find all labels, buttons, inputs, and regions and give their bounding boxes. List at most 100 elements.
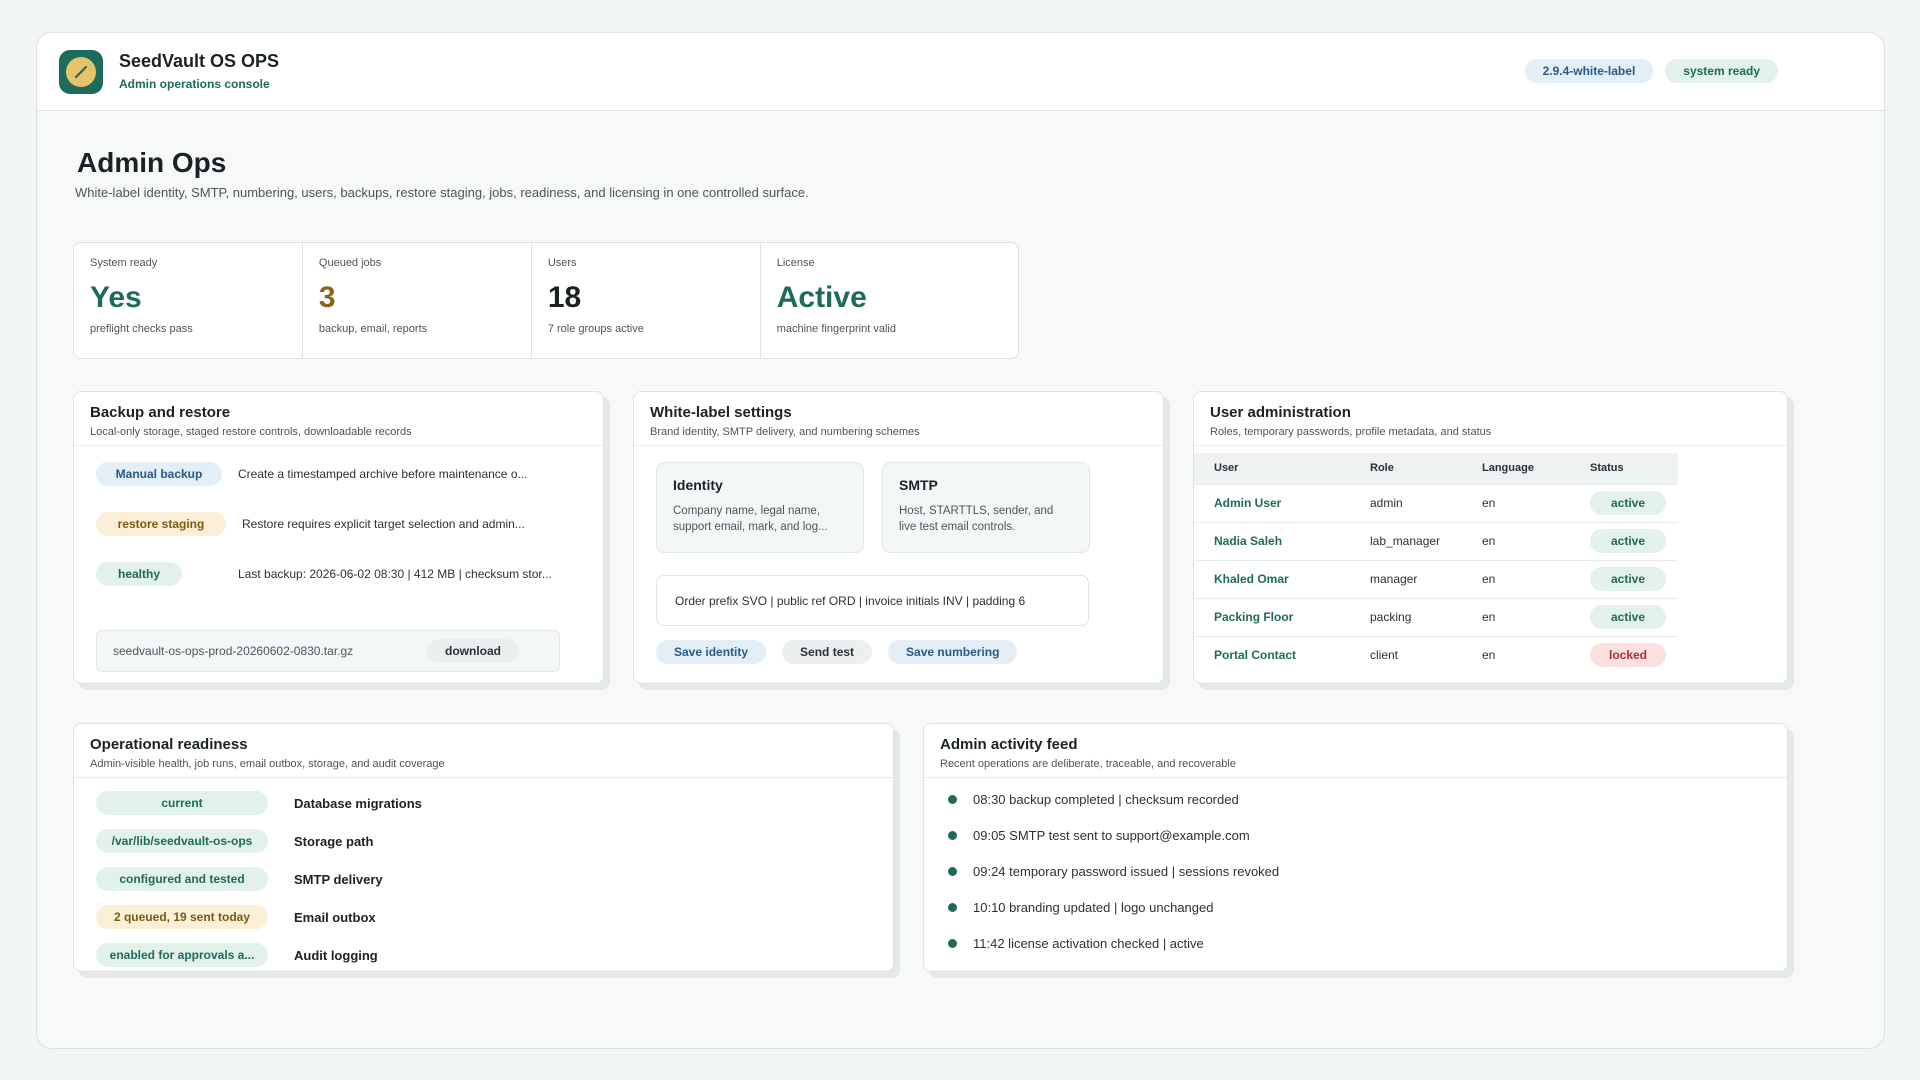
user-language: en [1462, 521, 1570, 560]
stat-note: preflight checks pass [90, 323, 193, 335]
card-subtitle: Brand identity, SMTP delivery, and numbe… [650, 426, 920, 438]
table-header-row: User Role Language Status [1194, 453, 1678, 484]
user-role: manager [1350, 559, 1462, 598]
activity-text: 09:24 temporary password issued | sessio… [973, 864, 1280, 879]
send-test-button[interactable]: Send test [782, 640, 873, 664]
restore-staging-badge[interactable]: restore staging [96, 512, 226, 536]
version-badge: 2.9.4-white-label [1524, 59, 1654, 83]
seed-icon [66, 57, 96, 87]
user-name[interactable]: Packing Floor [1194, 597, 1350, 636]
activity-item: 10:10 branding updated | logo unchanged [948, 900, 1213, 915]
user-name[interactable]: Khaled Omar [1194, 559, 1350, 598]
bullet-icon [948, 867, 957, 876]
activity-item: 09:24 temporary password issued | sessio… [948, 864, 1279, 879]
stat-queued-jobs: Queued jobs 3 backup, email, reports [303, 243, 532, 358]
readiness-badge: /var/lib/seedvault-os-ops [96, 829, 268, 853]
user-name[interactable]: Nadia Saleh [1194, 521, 1350, 560]
bullet-icon [948, 795, 957, 804]
user-role: lab_manager [1350, 521, 1462, 560]
table-row[interactable]: Packing Floor packing en active [1194, 597, 1678, 636]
status-badge: active [1590, 605, 1666, 629]
bullet-icon [948, 831, 957, 840]
stat-label: System ready [90, 257, 158, 269]
user-role: packing [1350, 597, 1462, 636]
stat-license: License Active machine fingerprint valid [761, 243, 1018, 358]
readiness-label: SMTP delivery [294, 871, 383, 887]
column-header[interactable]: Status [1570, 453, 1678, 484]
readiness-badge: enabled for approvals a... [96, 943, 268, 967]
column-header[interactable]: User [1194, 453, 1350, 484]
app-title: SeedVault OS OPS [119, 51, 280, 71]
status-badge: active [1590, 491, 1666, 515]
numbering-field[interactable]: Order prefix SVO | public ref ORD | invo… [656, 575, 1089, 626]
identity-title: Identity [673, 477, 723, 493]
table-row[interactable]: Admin User admin en active [1194, 483, 1678, 522]
column-header[interactable]: Language [1462, 453, 1570, 484]
user-language: en [1462, 635, 1570, 674]
status-badge: active [1590, 567, 1666, 591]
app-shell: SeedVault OS OPS Admin operations consol… [36, 32, 1885, 1049]
stat-value: 3 [318, 281, 336, 314]
stat-users: Users 18 7 role groups active [532, 243, 761, 358]
activity-item: 08:30 backup completed | checksum record… [948, 792, 1239, 807]
card-title: Backup and restore [90, 404, 231, 421]
activity-feed-card: Admin activity feed Recent operations ar… [923, 723, 1788, 972]
stat-note: backup, email, reports [318, 323, 428, 335]
backup-row-text: Last backup: 2026-06-02 08:30 | 412 MB |… [238, 567, 552, 581]
identity-text: Company name, legal name, support email,… [673, 505, 828, 533]
bullet-icon [948, 903, 957, 912]
stat-label: Queued jobs [318, 257, 382, 269]
bullet-icon [948, 939, 957, 948]
stat-label: Users [547, 257, 577, 269]
status-badge: locked [1590, 643, 1666, 668]
card-subtitle: Roles, temporary passwords, profile meta… [1210, 426, 1492, 438]
card-subtitle: Recent operations are deliberate, tracea… [940, 758, 1236, 770]
stat-system-ready: System ready Yes preflight checks pass [74, 243, 303, 358]
download-button[interactable]: download [427, 639, 519, 663]
activity-text: 09:05 SMTP test sent to support@example.… [973, 828, 1250, 843]
card-title: White-label settings [650, 404, 792, 421]
top-bar: SeedVault OS OPS Admin operations consol… [37, 33, 1884, 111]
readiness-label: Database migrations [294, 795, 422, 811]
identity-panel[interactable]: Identity Company name, legal name, suppo… [656, 462, 864, 553]
page-subtitle: White-label identity, SMTP, numbering, u… [75, 185, 809, 200]
user-name[interactable]: Portal Contact [1194, 635, 1350, 674]
table-row[interactable]: Khaled Omar manager en active [1194, 559, 1678, 598]
manual-backup-button[interactable]: Manual backup [96, 462, 222, 486]
card-title: Admin activity feed [940, 736, 1078, 753]
card-subtitle: Local-only storage, staged restore contr… [90, 426, 412, 438]
user-language: en [1462, 559, 1570, 598]
backup-health-badge: healthy [96, 562, 182, 586]
user-language: en [1462, 597, 1570, 636]
readiness-badge: configured and tested [96, 867, 268, 891]
readiness-badge: 2 queued, 19 sent today [96, 905, 268, 929]
activity-item: 09:05 SMTP test sent to support@example.… [948, 828, 1250, 843]
table-row[interactable]: Nadia Saleh lab_manager en active [1194, 521, 1678, 560]
table-row[interactable]: Portal Contact client en locked [1194, 635, 1678, 674]
stat-note: machine fingerprint valid [776, 323, 896, 335]
stat-value: 18 [547, 281, 582, 314]
user-language: en [1462, 483, 1570, 522]
column-header[interactable]: Role [1350, 453, 1462, 484]
readiness-label: Storage path [294, 833, 374, 849]
user-role: client [1350, 635, 1462, 674]
save-identity-button[interactable]: Save identity [656, 640, 767, 664]
readiness-label: Email outbox [294, 909, 376, 925]
activity-item: 11:42 license activation checked | activ… [948, 936, 1204, 951]
activity-text: 11:42 license activation checked | activ… [973, 936, 1204, 951]
system-status-badge: system ready [1665, 59, 1778, 83]
app-logo [59, 50, 103, 94]
user-admin-card: User administration Roles, temporary pas… [1193, 391, 1788, 684]
user-name[interactable]: Admin User [1194, 483, 1350, 522]
smtp-panel[interactable]: SMTP Host, STARTTLS, sender, and live te… [882, 462, 1090, 553]
backup-card: Backup and restore Local-only storage, s… [73, 391, 604, 684]
whitelabel-card: White-label settings Brand identity, SMT… [633, 391, 1164, 684]
save-numbering-button[interactable]: Save numbering [888, 640, 1018, 664]
card-subtitle: Admin-visible health, job runs, email ou… [90, 758, 445, 770]
readiness-label: Audit logging [294, 947, 378, 963]
stat-value: Active [776, 281, 867, 314]
readiness-badge: current [96, 791, 268, 815]
page-title: Admin Ops [77, 147, 227, 178]
activity-text: 10:10 branding updated | logo unchanged [973, 900, 1214, 915]
smtp-text: Host, STARTTLS, sender, and live test em… [899, 505, 1054, 533]
